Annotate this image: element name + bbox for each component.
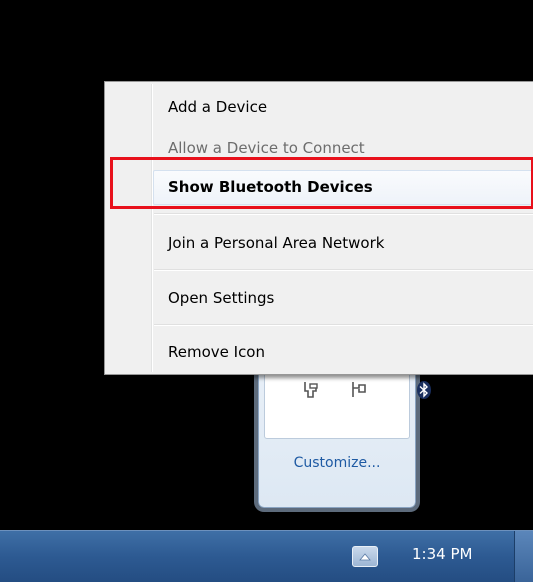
taskbar-clock[interactable]: 1:34 PM	[412, 545, 472, 563]
menu-gutter-divider	[151, 84, 153, 372]
show-desktop-button[interactable]	[514, 531, 533, 582]
notification-overflow-popup: Customize...	[258, 352, 431, 508]
menu-item-show-bluetooth-devices[interactable]: Show Bluetooth Devices	[168, 177, 373, 197]
menu-item-add-device[interactable]: Add a Device	[168, 97, 267, 117]
bluetooth-icon[interactable]	[415, 380, 435, 400]
chevron-up-icon	[359, 553, 371, 561]
menu-item-remove-icon[interactable]: Remove Icon	[168, 342, 265, 362]
bluetooth-context-menu: Add a Device Allow a Device to Connect S…	[104, 81, 533, 375]
customize-link[interactable]: Customize...	[259, 455, 415, 471]
menu-item-allow-device-to-connect[interactable]: Allow a Device to Connect	[168, 138, 365, 158]
menu-item-join-personal-area-network[interactable]: Join a Personal Area Network	[168, 233, 384, 253]
menu-item-open-settings[interactable]: Open Settings	[168, 288, 274, 308]
menu-separator	[154, 213, 533, 215]
taskbar: 1:34 PM	[0, 530, 533, 582]
menu-separator	[154, 269, 533, 271]
menu-separator	[154, 324, 533, 326]
show-hidden-icons-button[interactable]	[352, 546, 378, 567]
network-plug-icon[interactable]	[349, 380, 369, 400]
usb-device-icon[interactable]	[301, 380, 321, 400]
